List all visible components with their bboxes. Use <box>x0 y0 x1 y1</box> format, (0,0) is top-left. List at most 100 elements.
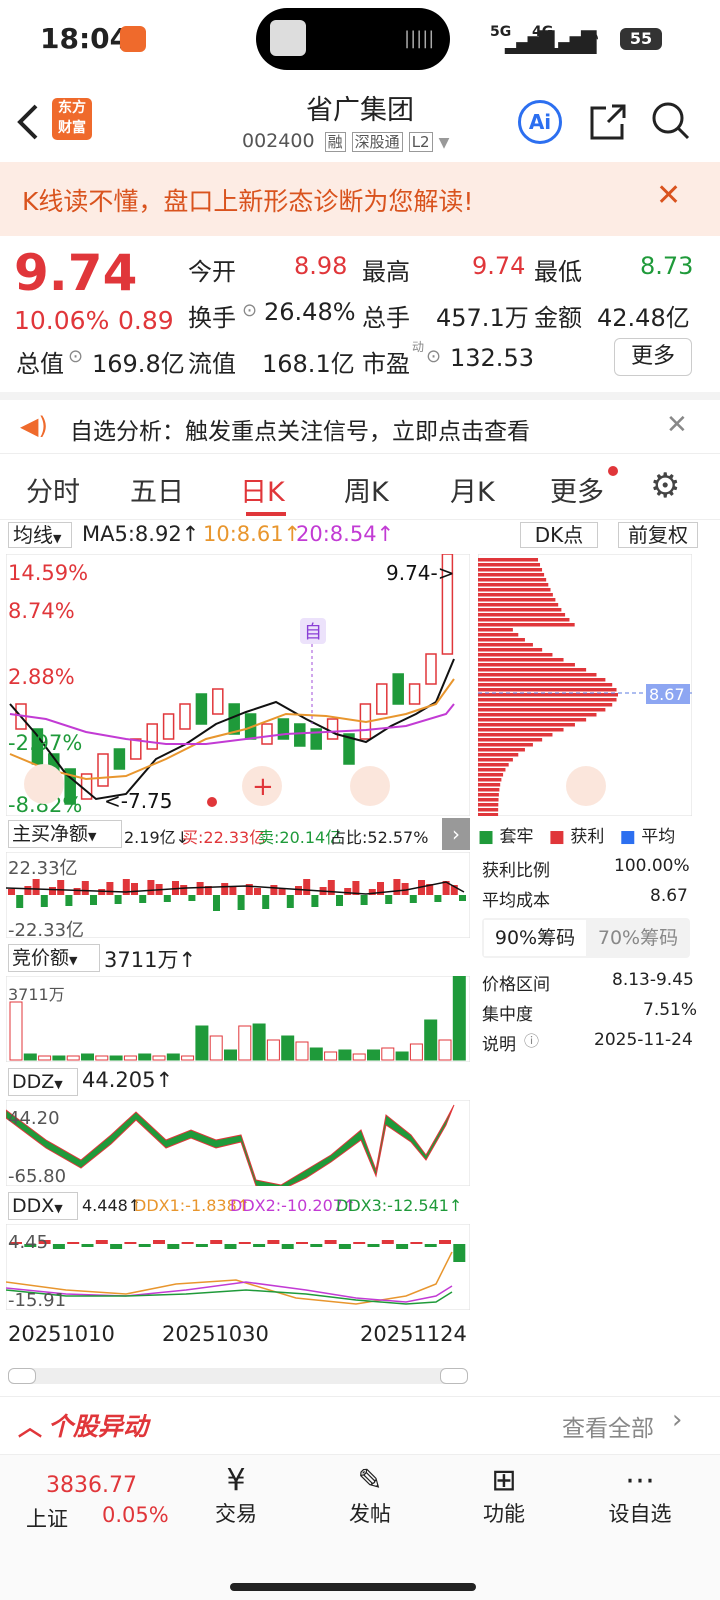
tab-yuek[interactable]: 月K <box>450 470 495 509</box>
flow-bar <box>49 887 56 895</box>
auction-bar <box>9 1001 23 1061</box>
chevron-up-icon: ︿ <box>18 1413 42 1441</box>
auction-top: 3711万 <box>8 985 65 1004</box>
chip-bar <box>478 803 499 807</box>
info-icon[interactable]: ⓘ <box>524 1030 539 1051</box>
prev-icon[interactable] <box>350 766 390 806</box>
ddx-bar <box>124 1242 137 1244</box>
expand-arrow-icon[interactable]: › <box>442 818 470 850</box>
flow-bar <box>139 895 147 903</box>
chip-bar <box>478 783 501 787</box>
search-icon[interactable] <box>650 100 690 142</box>
ma-selector[interactable]: 均线▼ <box>8 522 72 548</box>
app-notification-icon <box>120 26 146 52</box>
chip-bar <box>478 678 606 682</box>
red-dot <box>608 466 618 476</box>
tab-chip90[interactable]: 90%筹码 <box>484 920 586 956</box>
chip-bar <box>478 708 606 712</box>
flow-bar <box>237 895 245 910</box>
add-watchlist-button[interactable]: ⋯ 设自选 <box>600 1463 680 1528</box>
ddx-chart: 4.45 -15.91 <box>6 1224 470 1310</box>
info-icon[interactable]: ⊙ <box>242 300 257 321</box>
scroll-track[interactable] <box>8 1368 468 1384</box>
movers-section[interactable]: ︿ 个股异动 查看全部 › <box>0 1396 720 1452</box>
chip-distribution-chart[interactable]: 8.67 <box>478 554 692 816</box>
tab-chip70[interactable]: 70%筹码 <box>588 920 688 956</box>
scroll-left-icon[interactable] <box>24 764 64 804</box>
ddz-selector[interactable]: DDZ▼ <box>8 1068 78 1096</box>
flow-bar <box>393 879 401 895</box>
avg-tag-text: 8.67 <box>649 685 685 704</box>
indicator-dot <box>207 797 217 807</box>
trade-button[interactable]: ¥ 交易 <box>204 1463 268 1528</box>
flow-bar <box>180 885 188 895</box>
more-button[interactable]: 更多 <box>614 338 692 376</box>
auction-bar <box>238 1025 252 1061</box>
post-button[interactable]: ✎ 发帖 <box>338 1463 402 1528</box>
dynamic-island: ||||| <box>256 8 450 70</box>
settings-icon[interactable]: ⚙ <box>650 466 680 506</box>
auction-bar <box>38 1055 52 1061</box>
tab-zhouk[interactable]: 周K <box>344 470 389 509</box>
auction-bar <box>281 1035 295 1061</box>
info-icon[interactable]: ⊙ <box>426 346 441 367</box>
tab-wuri[interactable]: 五日 <box>130 470 184 509</box>
open-label: 今开 <box>188 258 236 286</box>
flow-selector[interactable]: 主买净额▼ <box>8 820 122 848</box>
flow-bar <box>40 895 48 907</box>
view-all-link[interactable]: 查看全部 <box>562 1409 654 1443</box>
ma5-value: MA5:8.92↑ <box>82 522 200 546</box>
high-value: 9.74 <box>472 252 526 280</box>
info-icon[interactable]: ⊙ <box>68 346 83 367</box>
close-icon[interactable]: ✕ <box>666 410 688 440</box>
avg-cost-label: 平均成本 <box>482 891 550 911</box>
notice-bar[interactable]: ◀) 自选分析：触发重点关注信号，立即点击查看 ✕ <box>0 392 720 454</box>
tag-sgt: 深股通 <box>351 132 403 152</box>
promo-banner[interactable]: K线读不懂，盘口上新形态诊断为您解读! ✕ <box>0 162 720 236</box>
ddx-bar <box>195 1244 208 1247</box>
tab-underline <box>246 512 286 516</box>
auction-bar <box>295 1041 309 1061</box>
tab-more[interactable]: 更多 <box>550 470 604 509</box>
expand-icon[interactable] <box>566 766 606 806</box>
chip-bar <box>478 733 553 737</box>
dropdown-icon[interactable]: ▼ <box>439 135 450 151</box>
volume-label: 总手 <box>362 304 410 332</box>
tab-fenshi[interactable]: 分时 <box>26 470 80 509</box>
index-value[interactable]: 3836.77 <box>46 1473 137 1498</box>
more-dots-icon: ⋯ <box>625 1463 655 1498</box>
share-icon[interactable] <box>588 102 626 142</box>
tab-rik[interactable]: 日K <box>240 470 285 509</box>
chip-bar <box>478 813 499 816</box>
auction-bar <box>381 1047 395 1061</box>
chip-bar <box>478 763 509 767</box>
chip-bar <box>478 748 525 752</box>
chip-bar <box>478 633 519 637</box>
battery-icon: 55 <box>620 28 662 50</box>
scroll-handle-right[interactable] <box>440 1368 468 1384</box>
dk-button[interactable]: DK点 <box>520 522 598 548</box>
flow-buy: 买:22.33亿 <box>182 828 266 847</box>
amount-label: 金额 <box>534 304 582 332</box>
auction-bar <box>324 1051 338 1061</box>
ddx-selector[interactable]: DDX▼ <box>8 1192 78 1220</box>
function-button[interactable]: ⊞ 功能 <box>472 1463 536 1528</box>
plus-glyph: + <box>252 772 274 802</box>
auction-selector[interactable]: 竞价额▼ <box>8 944 100 972</box>
notice-text: 自选分析：触发重点关注信号，立即点击查看 <box>70 419 530 445</box>
chip-bar <box>478 703 613 707</box>
volume-value: 457.1万 <box>436 304 529 332</box>
auction-bar <box>138 1053 152 1061</box>
quote-panel: 9.74 10.06% 0.89 今开 8.98 最高 9.74 最低 8.73… <box>0 236 720 390</box>
kline-chart[interactable]: 自 14.59% 8.74% 2.88% -2.97% -8.82% 9.74-… <box>6 554 470 816</box>
close-icon[interactable]: ✕ <box>656 178 681 213</box>
legend-trapped: 套牢 <box>499 827 534 847</box>
ddx-bar <box>439 1240 451 1244</box>
fuquan-button[interactable]: 前复权 <box>618 522 698 548</box>
ddx-bar <box>324 1240 337 1244</box>
ai-button[interactable]: Ai <box>518 100 562 144</box>
scroll-handle-left[interactable] <box>8 1368 36 1384</box>
ddz-top: 44.20 <box>8 1108 60 1129</box>
open-value: 8.98 <box>294 252 348 280</box>
pct-change: 10.06% <box>14 306 110 335</box>
